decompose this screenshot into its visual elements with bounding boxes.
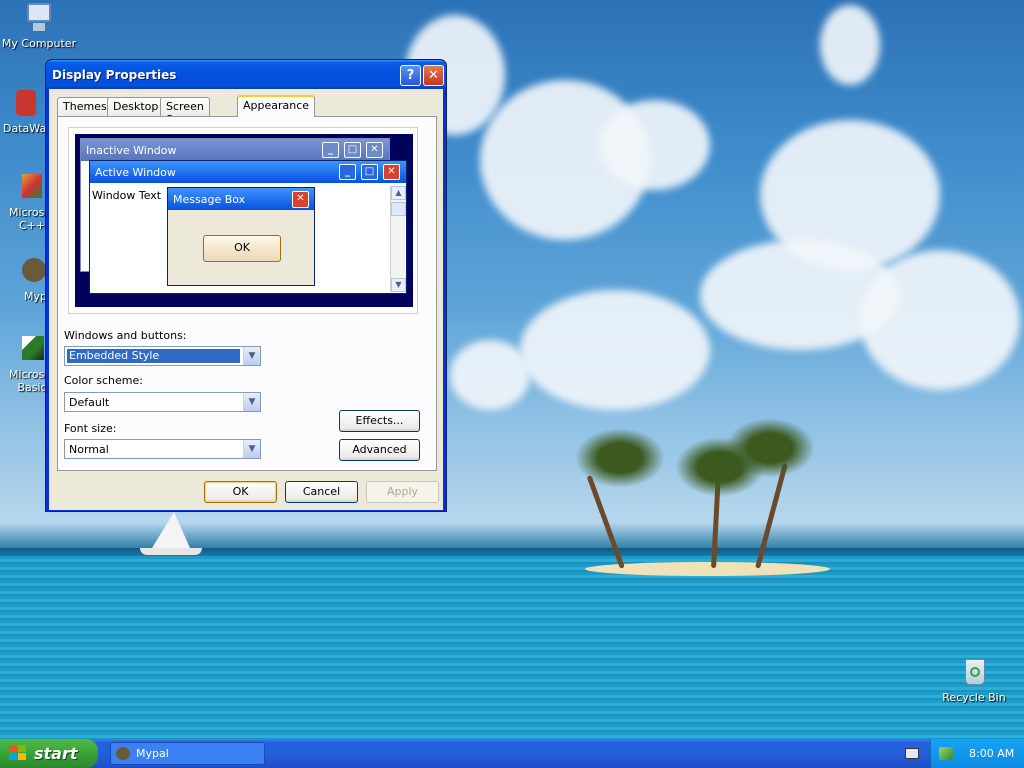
chevron-down-icon[interactable]: ▼ [243,393,260,411]
close-icon: ✕ [366,142,383,158]
start-label: start [34,744,78,763]
help-button[interactable]: ? [400,65,421,86]
tab-themes[interactable]: Themes [57,97,113,116]
mypal-icon [116,747,130,760]
palm-leaves [725,418,815,478]
preview-message-title: Message Box [173,193,246,206]
desktop-icon-my-computer[interactable]: My Computer [0,3,79,50]
taskbar-item-mypal[interactable]: Mypal [110,742,265,765]
taskbar: start Mypal 8:00 AM [0,739,1024,768]
chevron-down-icon[interactable]: ▼ [243,347,260,365]
windows-logo-icon [9,745,27,762]
font-size-value: Normal [69,443,109,456]
minimize-icon: _ [339,164,356,180]
clock[interactable]: 8:00 AM [969,747,1014,760]
windows-buttons-select[interactable]: Embedded Style ▼ [64,346,261,366]
desktop-icon-recycle-bin[interactable]: Recycle Bin [934,657,1014,704]
desktop-icon-label: Recycle Bin [942,691,1006,704]
color-scheme-select[interactable]: Default ▼ [64,392,261,412]
minimize-icon: _ [322,142,339,158]
cloud [600,100,710,190]
font-size-label: Font size: [64,422,117,435]
cancel-button[interactable]: Cancel [285,481,358,503]
window-titlebar[interactable]: Display Properties ? ✕ [46,60,446,89]
windows-buttons-label: Windows and buttons: [64,329,187,342]
windows-buttons-value: Embedded Style [67,349,240,363]
tab-appearance[interactable]: Appearance [237,95,316,117]
database-icon [8,88,40,120]
mypal-icon [16,256,48,288]
network-icon[interactable] [939,747,953,760]
advanced-button[interactable]: Advanced [339,439,420,461]
ok-button[interactable]: OK [204,481,277,503]
maximize-icon: □ [361,164,378,180]
cloud [820,5,880,85]
apply-button[interactable]: Apply [366,481,439,503]
color-scheme-label: Color scheme: [64,374,143,387]
color-scheme-value: Default [69,396,110,409]
cloud [520,290,710,410]
chevron-down-icon[interactable]: ▼ [243,440,260,458]
preview-active-title: Active Window [95,166,176,179]
preview-ok-button: OK [203,235,281,262]
taskbar-item-label: Mypal [136,747,169,760]
preview-desktop: Inactive Window _ □ ✕ Active Window _ □ … [75,134,413,307]
cloud [450,340,530,410]
computer-icon [23,3,55,35]
preview-scrollbar: ▲ ▼ [390,186,406,292]
display-properties-window: Display Properties ? ✕ Themes Desktop Sc… [45,59,447,512]
visual-studio-icon [12,172,44,204]
visual-basic-icon [12,334,44,366]
maximize-icon: □ [344,142,361,158]
close-button[interactable]: ✕ [423,65,444,86]
appearance-preview: Inactive Window _ □ ✕ Active Window _ □ … [68,127,418,314]
preview-inactive-title: Inactive Window [86,144,177,157]
sea [0,556,1024,739]
window-title: Display Properties [52,68,177,82]
close-icon: ✕ [383,164,400,180]
keyboard-icon[interactable] [905,748,919,759]
palm-leaves [575,428,665,488]
preview-active-titlebar: Active Window [90,161,406,183]
tab-desktop[interactable]: Desktop [107,97,165,116]
effects-button[interactable]: Effects... [339,410,420,432]
sailboat-hull [140,548,202,555]
preview-window-text: Window Text [92,189,162,202]
appearance-panel: Inactive Window _ □ ✕ Active Window _ □ … [57,116,437,471]
tab-screen-saver[interactable]: Screen Saver [160,97,210,126]
window-client: Themes Desktop Screen Saver Appearance I… [49,89,443,510]
system-tray: 8:00 AM [930,739,1024,768]
desktop-icon-label: My Computer [1,37,77,50]
preview-inactive-titlebar: Inactive Window [81,139,389,161]
close-icon: ✕ [292,191,309,208]
recycle-bin-icon [958,657,990,689]
font-size-select[interactable]: Normal ▼ [64,439,261,459]
cloud [860,250,1020,390]
start-button[interactable]: start [0,739,98,768]
sailboat-sail [152,512,190,548]
preview-message-box: Message Box ✕ OK [167,187,315,286]
